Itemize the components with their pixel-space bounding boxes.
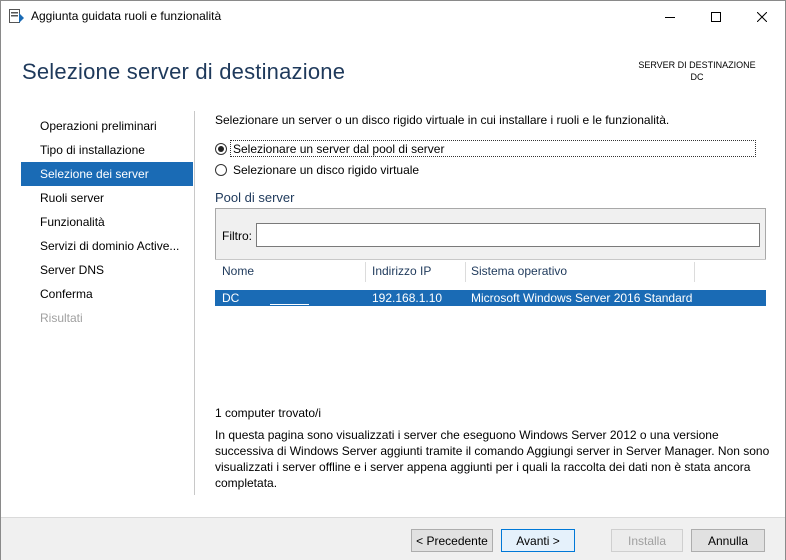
nav-item-server-dns[interactable]: Server DNS	[21, 258, 193, 282]
cell-os: Microsoft Windows Server 2016 Standard	[471, 291, 693, 305]
window-title: Aggiunta guidata ruoli e funzionalità	[31, 9, 222, 23]
cell-name: DC	[222, 291, 240, 305]
pool-title: Pool di server	[215, 190, 295, 205]
wizard-window: Aggiunta guidata ruoli e funzionalità Se…	[0, 0, 786, 560]
cancel-button[interactable]: Annulla	[691, 529, 765, 552]
filter-label: Filtro:	[222, 229, 252, 243]
list-header: Nome Indirizzo IP Sistema operativo	[215, 260, 766, 284]
close-button[interactable]	[739, 1, 785, 32]
nav-item-funzionalita[interactable]: Funzionalità	[21, 210, 193, 234]
focus-rectangle	[230, 140, 756, 157]
nav-item-selezione-server[interactable]: Selezione dei server	[21, 162, 193, 186]
wizard-nav: Operazioni preliminari Tipo di installaz…	[21, 114, 193, 330]
column-separator[interactable]	[694, 262, 695, 282]
maximize-icon	[711, 11, 721, 22]
wizard-header: Selezione server di destinazione SERVER …	[1, 32, 785, 108]
found-count: 1 computer trovato/i	[215, 406, 322, 420]
column-header-os[interactable]: Sistema operativo	[471, 264, 567, 278]
nav-item-risultati: Risultati	[40, 311, 83, 325]
table-row[interactable]: DC 192.168.1.10 Microsoft Windows Server…	[215, 290, 766, 306]
column-separator[interactable]	[365, 262, 366, 282]
previous-button[interactable]: < Precedente	[411, 529, 493, 552]
column-separator[interactable]	[465, 262, 466, 282]
radio-unchecked-icon[interactable]	[215, 163, 227, 176]
server-manager-icon	[9, 9, 24, 23]
name-underline	[270, 304, 309, 305]
column-header-ip[interactable]: Indirizzo IP	[372, 264, 431, 278]
next-button[interactable]: Avanti >	[501, 529, 575, 552]
maximize-button[interactable]	[693, 1, 739, 32]
info-text: In questa pagina sono visualizzati i ser…	[215, 428, 770, 490]
install-button: Installa	[611, 529, 683, 552]
nav-item-servizi-dominio[interactable]: Servizi di dominio Active...	[21, 234, 193, 258]
cell-ip: 192.168.1.10	[372, 291, 443, 305]
server-list[interactable]: Nome Indirizzo IP Sistema operativo DC 1…	[215, 259, 766, 404]
nav-divider	[194, 111, 195, 495]
wizard-footer: < Precedente Avanti > Installa Annulla	[1, 518, 785, 560]
minimize-icon	[665, 16, 675, 18]
minimize-button[interactable]	[647, 1, 693, 32]
nav-item-tipo-installazione[interactable]: Tipo di installazione	[21, 138, 193, 162]
option-virtual-disk-label[interactable]: Selezionare un disco rigido virtuale	[233, 163, 419, 177]
nav-item-operazioni-preliminari[interactable]: Operazioni preliminari	[21, 114, 193, 138]
radio-checked-icon[interactable]	[215, 142, 227, 155]
nav-item-ruoli-server[interactable]: Ruoli server	[21, 186, 193, 210]
intro-text: Selezionare un server o un disco rigido …	[215, 113, 670, 127]
filter-input[interactable]	[256, 223, 760, 247]
column-header-name[interactable]: Nome	[222, 264, 254, 278]
destination-value: DC	[690, 72, 704, 82]
close-icon	[757, 11, 767, 22]
nav-item-conferma[interactable]: Conferma	[21, 282, 193, 306]
option-virtual-disk[interactable]: Selezionare un disco rigido virtuale	[215, 161, 419, 178]
page-title: Selezione server di destinazione	[22, 59, 346, 84]
title-bar[interactable]: Aggiunta guidata ruoli e funzionalità	[1, 1, 785, 32]
destination-server-label: SERVER DI DESTINAZIONE DC	[621, 59, 773, 83]
destination-caption: SERVER DI DESTINAZIONE	[638, 60, 756, 70]
